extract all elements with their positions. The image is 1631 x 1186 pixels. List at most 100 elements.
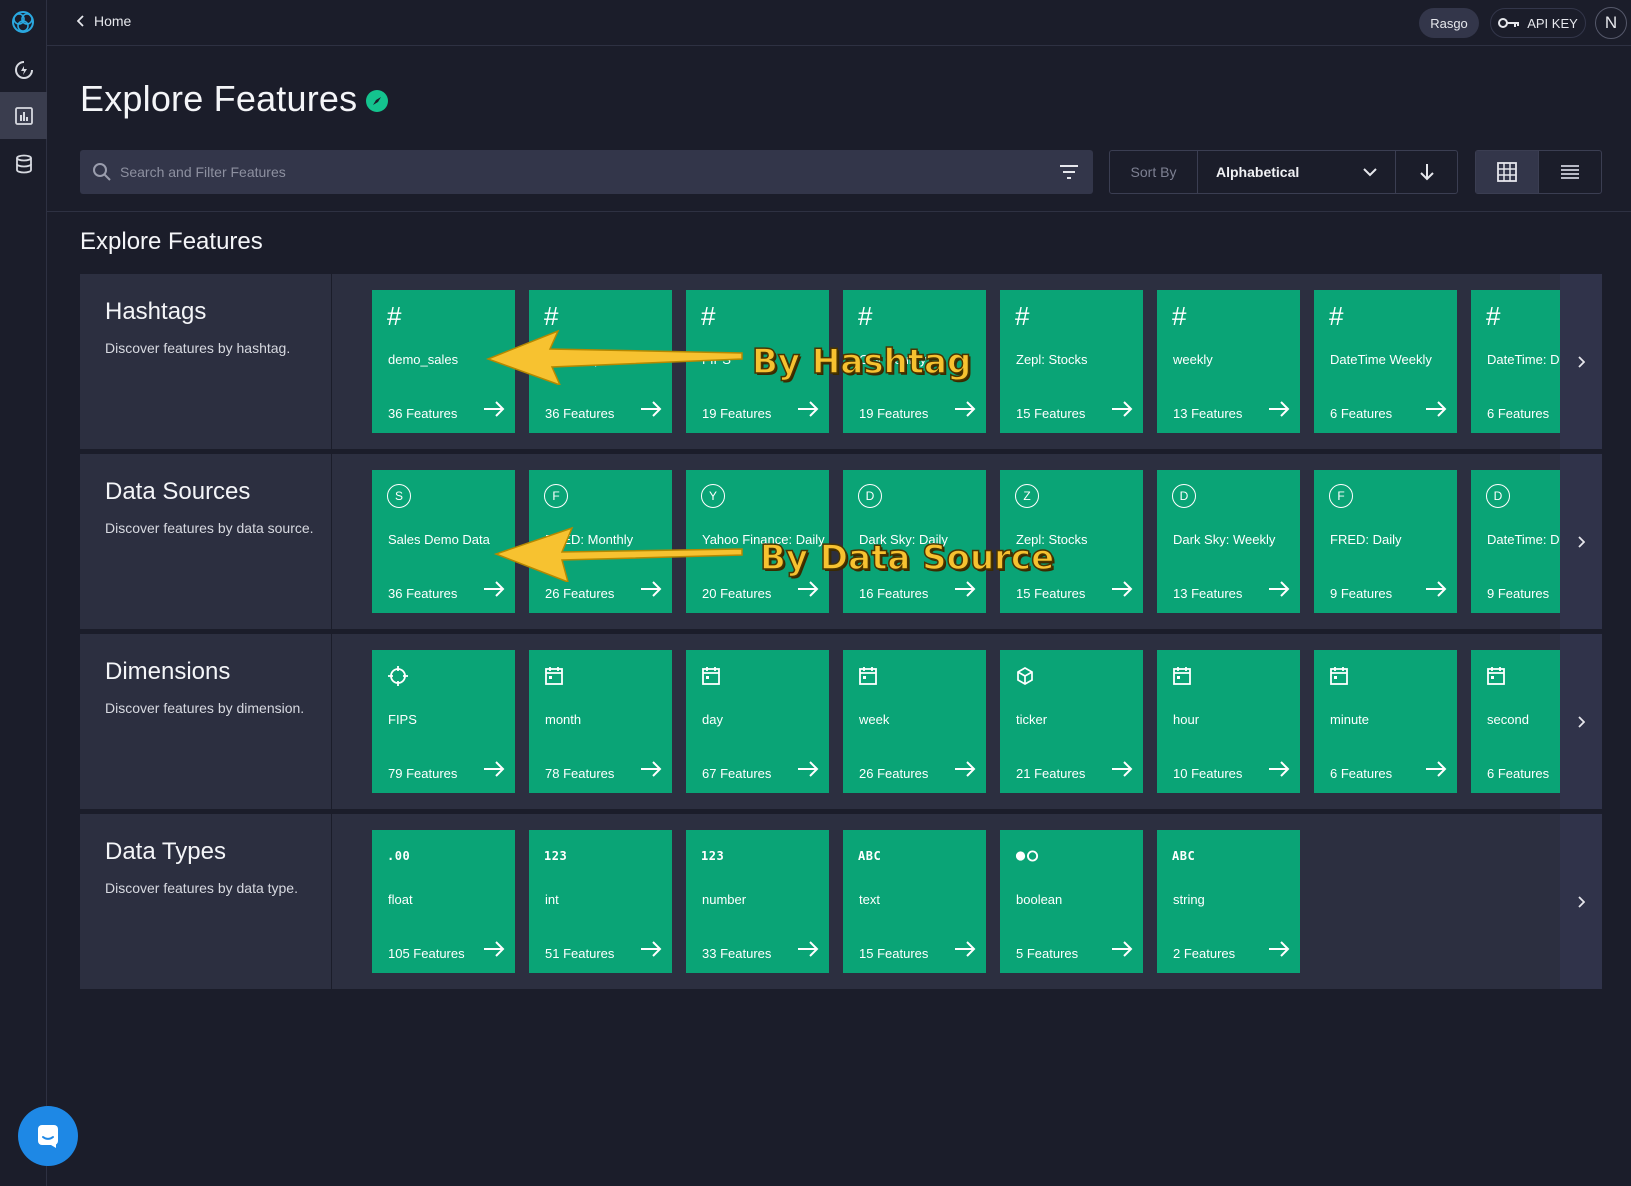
card-carousel: FIPS 79 Features month 78 Features day 67 Fea… (372, 650, 1560, 793)
nav-datasources-icon[interactable] (0, 140, 47, 187)
card-icon (1015, 844, 1039, 868)
row-header: Data Sources Discover features by data so… (80, 454, 332, 629)
card-arrow (954, 581, 976, 602)
arrow-right-icon (798, 941, 819, 957)
feature-card[interactable]: # DateTime: Daily 6 Features (1471, 290, 1560, 433)
data-type-icon: .00 (387, 849, 411, 863)
arrow-right-icon (955, 761, 976, 777)
card-count: 9 Features (1487, 586, 1550, 601)
card-arrow (1268, 761, 1290, 782)
feature-card[interactable]: boolean 5 Features (1000, 830, 1143, 973)
card-arrow (1111, 401, 1133, 422)
card-count: 78 Features (545, 766, 615, 781)
sort-select[interactable]: Alphabetical (1198, 151, 1396, 193)
card-name: FIPS (388, 712, 417, 727)
hashtag-icon: # (1172, 301, 1187, 331)
card-arrow (1111, 761, 1133, 782)
card-icon: F (1329, 484, 1353, 508)
card-arrow (1425, 761, 1447, 782)
boolean-toggle-icon (1015, 850, 1039, 862)
card-count: 36 Features (388, 586, 458, 601)
arrow-right-icon (1269, 401, 1290, 417)
card-name: month (545, 712, 582, 727)
search-input[interactable] (120, 150, 1020, 194)
card-count: 67 Features (702, 766, 772, 781)
card-name: Zepl: Stocks (1016, 352, 1088, 367)
feature-card[interactable]: # DateTime Weekly 6 Features (1314, 290, 1457, 433)
card-count: 15 Features (859, 946, 929, 961)
chat-support-button[interactable] (18, 1106, 78, 1166)
card-icon: # (387, 301, 411, 331)
card-name: week (859, 712, 890, 727)
card-name: minute (1330, 712, 1370, 727)
feature-card[interactable]: ABC string 2 Features (1157, 830, 1300, 973)
nav-features-icon[interactable] (0, 92, 47, 139)
arrow-right-icon (484, 581, 505, 597)
carousel-next-button[interactable] (1560, 814, 1602, 989)
chevron-right-icon (1578, 715, 1585, 728)
hashtag-icon: # (1329, 301, 1344, 331)
feature-card[interactable]: D Dark Sky: Weekly 13 Features (1157, 470, 1300, 613)
card-count: 79 Features (388, 766, 458, 781)
card-arrow (483, 581, 505, 602)
feature-card[interactable]: # Zepl: Stocks 15 Features (1000, 290, 1143, 433)
feature-card[interactable]: F FRED: Daily 9 Features (1314, 470, 1457, 613)
feature-card[interactable]: .00 float 105 Features (372, 830, 515, 973)
api-key-label: API KEY (1527, 15, 1578, 31)
feature-card[interactable]: day 67 Features (686, 650, 829, 793)
avatar[interactable]: N (1595, 7, 1627, 39)
org-chip[interactable]: Rasgo (1419, 8, 1479, 38)
card-count: 36 Features (545, 406, 615, 421)
source-letter-icon: D (1172, 484, 1196, 508)
arrow-right-icon (1112, 581, 1133, 597)
grid-view-button[interactable] (1476, 151, 1539, 193)
carousel-next-button[interactable] (1560, 454, 1602, 629)
carousel-next-button[interactable] (1560, 274, 1602, 449)
api-key-button[interactable]: API KEY (1490, 8, 1586, 38)
sort-direction-button[interactable] (1396, 151, 1457, 193)
feature-card[interactable]: month 78 Features (529, 650, 672, 793)
arrow-right-icon (1269, 581, 1290, 597)
carousel-next-button[interactable] (1560, 634, 1602, 809)
divider (47, 211, 1631, 212)
feature-card[interactable]: 123 number 33 Features (686, 830, 829, 973)
rasgo-logo-icon[interactable] (10, 9, 36, 35)
feature-card[interactable]: FIPS 79 Features (372, 650, 515, 793)
card-count: 6 Features (1487, 766, 1550, 781)
annotation-arrow-data-source (493, 526, 743, 582)
feature-card[interactable]: hour 10 Features (1157, 650, 1300, 793)
feature-card[interactable]: D DateTime: Daily 9 Features (1471, 470, 1560, 613)
card-icon: # (858, 303, 882, 329)
card-name: int (545, 892, 559, 907)
row-description: Discover features by hashtag. (105, 340, 291, 356)
card-count: 9 Features (1330, 586, 1393, 601)
view-toggle (1475, 150, 1602, 194)
card-count: 6 Features (1330, 766, 1393, 781)
feature-card[interactable]: minute 6 Features (1314, 650, 1457, 793)
hashtag-icon: # (387, 301, 402, 331)
card-icon (1329, 664, 1353, 688)
card-arrow (797, 581, 819, 602)
back-home-link[interactable]: Home (77, 13, 131, 29)
feature-card[interactable]: ticker 21 Features (1000, 650, 1143, 793)
source-letter-icon: Y (701, 484, 725, 508)
feature-card[interactable]: # weekly 13 Features (1157, 290, 1300, 433)
source-letter-icon: Z (1015, 484, 1039, 508)
feature-card[interactable]: 123 int 51 Features (529, 830, 672, 973)
card-name: ticker (1016, 712, 1048, 727)
sort-value: Alphabetical (1216, 164, 1300, 180)
list-view-button[interactable] (1539, 151, 1601, 193)
filter-icon[interactable] (1059, 164, 1079, 180)
feature-card[interactable]: week 26 Features (843, 650, 986, 793)
feature-card[interactable]: second 6 Features (1471, 650, 1560, 793)
nav-transforms-icon[interactable] (0, 46, 47, 93)
chevron-left-icon (77, 15, 84, 27)
card-count: 19 Features (702, 406, 772, 421)
chevron-right-icon (1578, 355, 1585, 368)
card-arrow (483, 941, 505, 962)
sort-control: Sort By Alphabetical (1109, 150, 1458, 194)
card-count: 10 Features (1173, 766, 1243, 781)
arrow-right-icon (641, 581, 662, 597)
feature-card[interactable]: ABC text 15 Features (843, 830, 986, 973)
card-icon: # (1329, 301, 1353, 331)
